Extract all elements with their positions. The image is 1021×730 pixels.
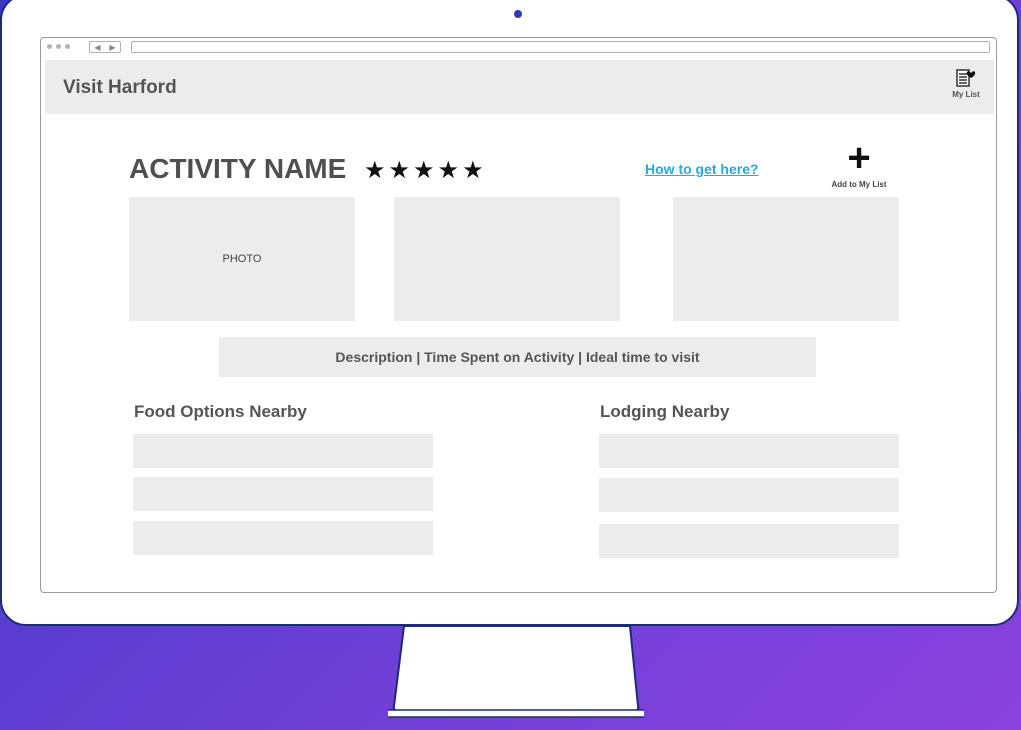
monitor-stand — [388, 626, 644, 718]
my-list-label: My List — [952, 90, 980, 99]
food-option-item[interactable] — [133, 521, 433, 555]
browser-chrome: ◀ ▶ — [41, 38, 996, 58]
add-to-my-list-label: Add to My List — [831, 180, 887, 189]
photo-label: PHOTO — [222, 253, 262, 265]
window-controls — [47, 44, 70, 49]
lodging-item[interactable] — [599, 434, 899, 468]
monitor-frame: ◀ ▶ Visit Harford My List ACTIVITY NAME … — [0, 0, 1019, 626]
window-dot[interactable] — [65, 44, 70, 49]
window-dot[interactable] — [47, 44, 52, 49]
lodging-item[interactable] — [599, 524, 899, 558]
address-bar[interactable] — [131, 41, 990, 53]
add-to-my-list-button[interactable]: + Add to My List — [817, 136, 901, 189]
lodging-item[interactable] — [599, 478, 899, 512]
directions-link[interactable]: How to get here? — [645, 161, 759, 177]
list-heart-icon — [956, 69, 976, 87]
forward-arrow-icon[interactable]: ▶ — [109, 43, 115, 52]
food-options-title: Food Options Nearby — [134, 402, 307, 421]
nav-buttons: ◀ ▶ — [89, 41, 121, 53]
description-bar: Description | Time Spent on Activity | I… — [219, 337, 816, 377]
browser-window: ◀ ▶ Visit Harford My List ACTIVITY NAME … — [40, 37, 997, 593]
photo-placeholder[interactable] — [394, 197, 620, 321]
camera-dot — [514, 10, 522, 18]
food-option-item[interactable] — [133, 477, 433, 511]
site-title[interactable]: Visit Harford — [63, 77, 177, 99]
description-text: Description | Time Spent on Activity | I… — [335, 349, 700, 365]
site-header: Visit Harford My List — [45, 60, 994, 114]
photo-placeholder[interactable]: PHOTO — [129, 197, 355, 321]
my-list-button[interactable]: My List — [944, 66, 988, 99]
food-option-item[interactable] — [133, 434, 433, 468]
photo-placeholder[interactable] — [673, 197, 899, 321]
rating-stars: ★★★★★ — [364, 157, 487, 184]
lodging-title: Lodging Nearby — [600, 402, 730, 421]
plus-icon: + — [847, 136, 871, 180]
activity-name: ACTIVITY NAME — [129, 153, 347, 184]
window-dot[interactable] — [56, 44, 61, 49]
back-arrow-icon[interactable]: ◀ — [94, 43, 100, 52]
